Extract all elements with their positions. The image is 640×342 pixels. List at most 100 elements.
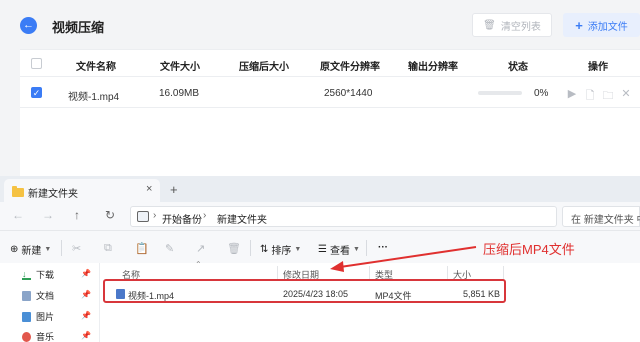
col-size[interactable]: 大小 xyxy=(453,268,471,281)
search-placeholder: 在 新建文件夹 中 xyxy=(571,215,640,226)
document-icon[interactable]: 🗋 xyxy=(584,87,596,106)
file-table: 文件名称 文件大小 压缩后大小 原文件分辨率 输出分辨率 状态 操作 ✓ 视频-… xyxy=(20,49,640,176)
breadcrumb-separator-icon: › xyxy=(153,210,157,221)
table-row[interactable]: ✓ 视频-1.mp4 16.09MB 2560*1440 0% ▶ 🗋 🗀 ✕ xyxy=(20,78,640,108)
folder-icon[interactable]: 🗀 xyxy=(602,87,614,106)
picture-icon xyxy=(22,311,31,322)
new-button[interactable]: ⊕ 新建 ▼ xyxy=(10,242,51,257)
sort-label: 排序 xyxy=(271,246,292,257)
col-compressed-size: 压缩后大小 xyxy=(239,62,289,73)
file-size: 5,851 KB xyxy=(463,289,501,299)
progress-bar xyxy=(478,91,522,95)
row-file-size: 16.09MB xyxy=(159,88,200,99)
close-icon[interactable]: ✕ xyxy=(620,87,632,106)
rename-icon[interactable]: ✎ xyxy=(165,242,174,255)
explorer-content: ↓ 下载 📌 文档 📌 图片 📌 音乐 📌 ⌃ 名称 修改日期 类型 大小 视频… xyxy=(0,260,640,342)
more-options-button[interactable]: ··· xyxy=(378,242,388,253)
tab-bar: 新建文件夹 × + xyxy=(0,176,640,202)
view-button[interactable]: ☰ 查看 ▼ xyxy=(318,242,360,257)
plus-icon: + xyxy=(575,17,583,33)
row-actions: ▶ 🗋 🗀 ✕ xyxy=(566,87,632,106)
forward-icon[interactable]: → xyxy=(42,208,54,222)
divider xyxy=(366,240,367,256)
address-bar[interactable]: › 开始备份 › 新建文件夹 xyxy=(130,206,557,227)
divider xyxy=(61,240,62,256)
sidebar-item-pictures[interactable]: 图片 xyxy=(22,310,54,323)
chevron-down-icon: ▼ xyxy=(294,246,302,253)
row-original-resolution: 2560*1440 xyxy=(324,88,373,99)
divider[interactable] xyxy=(447,266,448,280)
sort-icon: ⇅ xyxy=(260,244,269,255)
play-icon[interactable]: ▶ xyxy=(566,87,578,106)
file-modified: 2025/4/23 18:05 xyxy=(283,289,349,299)
row-file-name: 视频-1.mp4 xyxy=(68,92,120,103)
video-file-icon xyxy=(116,289,125,299)
cut-icon[interactable]: ✂ xyxy=(72,242,81,255)
copy-icon[interactable]: ⧉ xyxy=(104,242,112,255)
table-header: 文件名称 文件大小 压缩后大小 原文件分辨率 输出分辨率 状态 操作 xyxy=(20,50,640,77)
trash-icon: 🗑 xyxy=(483,19,496,31)
search-input[interactable]: 在 新建文件夹 中 xyxy=(562,206,640,227)
col-file-size: 文件大小 xyxy=(160,62,200,73)
delete-icon[interactable]: 🗑 xyxy=(227,242,241,255)
annotation-label: 压缩后MP4文件 xyxy=(483,242,575,257)
close-icon[interactable]: × xyxy=(146,183,152,195)
file-type: MP4文件 xyxy=(375,291,412,301)
divider[interactable] xyxy=(369,266,370,280)
col-status: 状态 xyxy=(508,62,528,73)
video-compressor-app: ← 视频压缩 🗑 清空列表 + 添加文件 文件名称 文件大小 压缩后大小 原文件… xyxy=(0,0,640,176)
tab-new-folder[interactable]: 新建文件夹 × xyxy=(4,179,160,202)
divider[interactable] xyxy=(503,266,504,280)
music-icon xyxy=(22,331,31,342)
chevron-down-icon: ▼ xyxy=(44,246,52,253)
row-status: 0% xyxy=(534,88,549,99)
sort-ascending-icon: ⌃ xyxy=(195,260,202,269)
home-icon xyxy=(137,211,149,222)
sidebar-item-label: 文档 xyxy=(36,291,55,301)
col-file-name: 文件名称 xyxy=(76,62,116,73)
sidebar-item-downloads[interactable]: ↓ 下载 xyxy=(22,268,54,281)
breadcrumb-new-folder[interactable]: 新建文件夹 xyxy=(217,211,267,226)
folder-icon xyxy=(12,186,24,197)
chevron-down-icon: ▼ xyxy=(352,246,360,253)
col-type[interactable]: 类型 xyxy=(375,268,393,281)
col-output-resolution: 输出分辨率 xyxy=(408,62,458,73)
sidebar-item-label: 音乐 xyxy=(36,332,55,342)
breadcrumb-start-backup[interactable]: 开始备份 xyxy=(162,211,202,226)
refresh-icon[interactable]: ↻ xyxy=(105,208,115,222)
sidebar-item-documents[interactable]: 文档 xyxy=(22,289,54,302)
new-tab-button[interactable]: + xyxy=(170,182,178,197)
download-icon: ↓ xyxy=(22,269,31,280)
divider xyxy=(250,240,251,256)
clear-list-button[interactable]: 🗑 清空列表 xyxy=(472,13,552,37)
row-checkbox[interactable]: ✓ xyxy=(31,87,42,98)
col-name[interactable]: 名称 xyxy=(122,268,140,281)
sidebar-item-label: 图片 xyxy=(36,312,55,322)
pin-icon[interactable]: 📌 xyxy=(81,269,91,278)
sort-button[interactable]: ⇅ 排序 ▼ xyxy=(260,242,301,257)
col-actions: 操作 xyxy=(588,62,608,73)
pin-icon[interactable]: 📌 xyxy=(81,331,91,340)
col-modified[interactable]: 修改日期 xyxy=(283,268,319,281)
sidebar-item-label: 下载 xyxy=(36,270,55,280)
view-label: 查看 xyxy=(329,246,350,257)
add-file-button[interactable]: + 添加文件 xyxy=(563,13,640,37)
share-icon[interactable]: ↗ xyxy=(196,242,205,255)
pin-icon[interactable]: 📌 xyxy=(81,290,91,299)
paste-icon[interactable]: 📋 xyxy=(135,242,149,255)
file-row[interactable]: 视频-1.mp4 2025/4/23 18:05 MP4文件 5,851 KB xyxy=(112,286,502,303)
pin-icon[interactable]: 📌 xyxy=(81,311,91,320)
file-name: 视频-1.mp4 xyxy=(128,291,175,301)
new-label: 新建 xyxy=(21,246,42,257)
col-original-resolution: 原文件分辨率 xyxy=(320,62,380,73)
navigation-bar: ← → ↑ ↻ › 开始备份 › 新建文件夹 在 新建文件夹 中 xyxy=(0,202,640,230)
tab-label: 新建文件夹 xyxy=(28,189,78,200)
select-all-checkbox[interactable] xyxy=(31,58,42,69)
breadcrumb-separator-icon: › xyxy=(203,210,207,221)
arrow-left-icon[interactable]: ← xyxy=(20,17,37,34)
sidebar-item-music[interactable]: 音乐 xyxy=(22,330,54,342)
back-icon[interactable]: ← xyxy=(12,208,24,222)
view-icon: ☰ xyxy=(318,244,327,255)
divider[interactable] xyxy=(277,266,278,280)
up-icon[interactable]: ↑ xyxy=(74,208,80,222)
